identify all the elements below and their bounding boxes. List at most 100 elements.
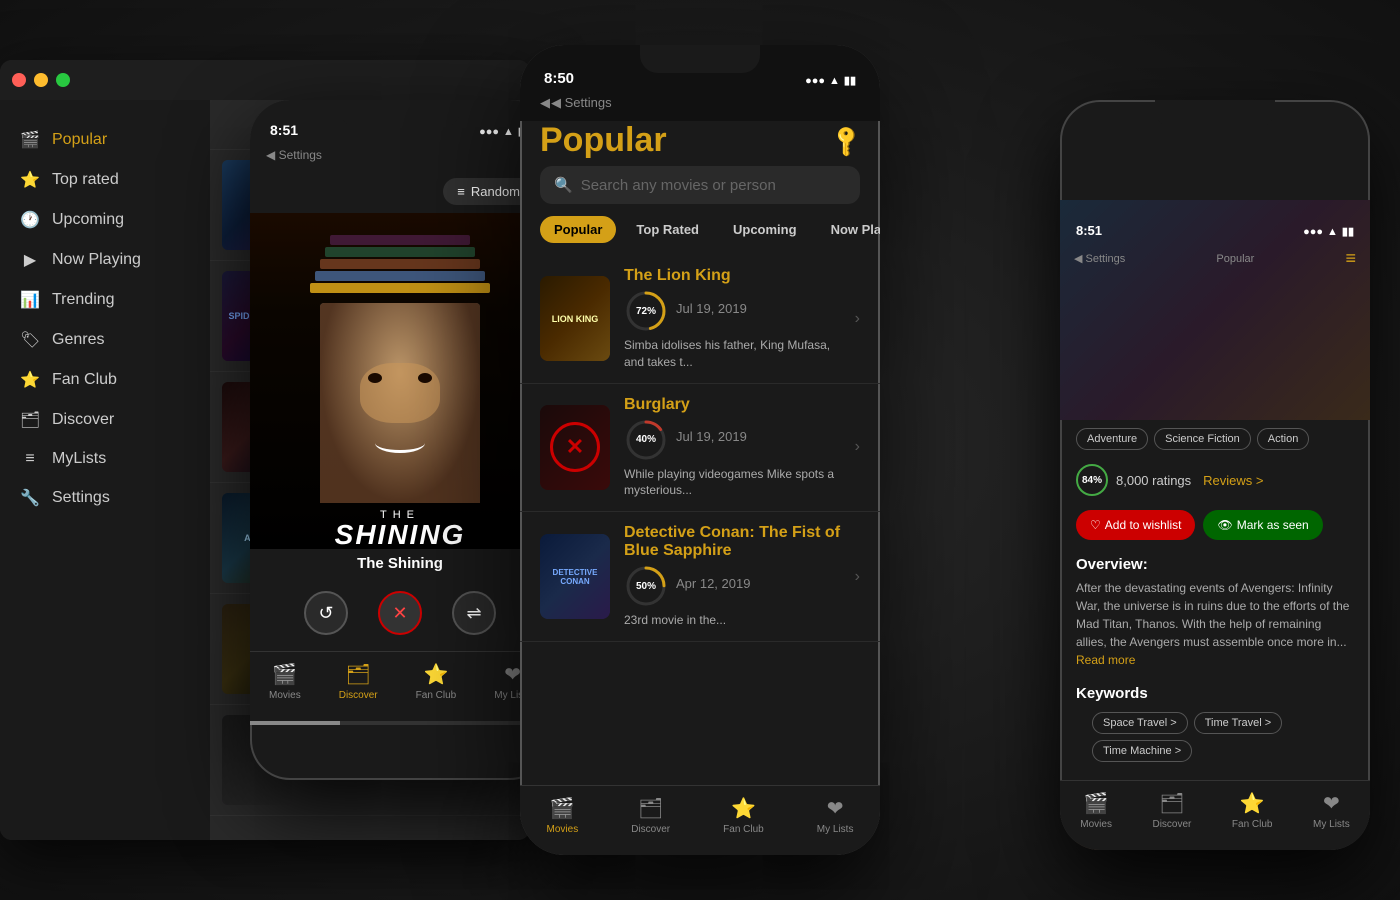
tab-discover[interactable]: 🗂 Discover bbox=[339, 662, 378, 701]
detail-top-bar: ◀ Settings Popular ≡ bbox=[1060, 244, 1370, 273]
rating-circle: 84% bbox=[1076, 464, 1108, 496]
phone-detail: 8:51 ●●● ▲ ▮▮ ◀ Settings Popular ≡ Aveng… bbox=[1060, 100, 1370, 850]
title-row: Popular 🔑 bbox=[520, 121, 880, 166]
sidebar-item-genres[interactable]: 🏷 Genres bbox=[0, 320, 210, 360]
settings-icon: 🔧 bbox=[20, 488, 40, 508]
toolbar: ≡ Random bbox=[250, 170, 550, 213]
movie-info-burglary: Burglary 40% Jul 19, 2019 While playing … bbox=[624, 396, 841, 500]
sidebar-item-fan-club[interactable]: ⭐ Fan Club bbox=[0, 360, 210, 400]
add-to-wishlist-button[interactable]: ♡ Add to wishlist bbox=[1076, 510, 1195, 540]
film-icon-detail: 🎬 bbox=[1084, 791, 1109, 816]
tab-fan-club[interactable]: ⭐ Fan Club bbox=[416, 662, 457, 701]
movie-icon: 🎬 bbox=[20, 130, 40, 150]
rewind-button[interactable]: ↺ bbox=[304, 591, 348, 635]
reviews-link[interactable]: Reviews > bbox=[1203, 473, 1263, 488]
phone-notch-detail bbox=[1155, 100, 1275, 128]
list-view-icon[interactable]: ≡ bbox=[1345, 248, 1356, 269]
tab-bar-detail: 🎬 Movies 🗂 Discover ⭐ Fan Club ❤ My List… bbox=[1060, 780, 1370, 850]
shining-visual: THE SHiNiNG bbox=[250, 213, 550, 549]
page-title: Popular bbox=[540, 121, 667, 160]
minimize-button[interactable] bbox=[34, 73, 48, 87]
discover-icon-popular: 🗂 bbox=[638, 796, 663, 821]
tab-discover-detail[interactable]: 🗂 Discover bbox=[1152, 791, 1191, 830]
scene: 🎬 Popular ⭐ Top rated 🕐 Upcoming ▶ Now P… bbox=[0, 0, 1400, 900]
movie-poster-large: THE SHiNiNG bbox=[250, 213, 550, 549]
sidebar-item-top-rated[interactable]: ⭐ Top rated bbox=[0, 160, 210, 200]
tab-movies[interactable]: 🎬 Movies bbox=[269, 662, 301, 701]
film-icon: 🎬 bbox=[272, 662, 297, 687]
tab-movies-popular[interactable]: 🎬 Movies bbox=[547, 796, 579, 835]
tab-my-lists-detail[interactable]: ❤ My Lists bbox=[1313, 791, 1350, 830]
movie-info-lion: The Lion King 72% Jul 19, 2019 Simba ido… bbox=[624, 267, 841, 371]
keywords-title: Keywords bbox=[1076, 685, 1354, 702]
sidebar-item-settings[interactable]: 🔧 Settings bbox=[0, 478, 210, 518]
filter-upcoming[interactable]: Upcoming bbox=[719, 216, 811, 243]
phone-notch bbox=[340, 100, 460, 128]
chevron-right-icon: › bbox=[855, 438, 860, 456]
genre-scifi[interactable]: Science Fiction bbox=[1154, 428, 1251, 450]
tab-bar: 🎬 Movies 🗂 Discover ⭐ Fan Club ❤ My List… bbox=[250, 651, 550, 721]
tab-fan-club-popular[interactable]: ⭐ Fan Club bbox=[723, 796, 764, 835]
tab-fan-club-detail[interactable]: ⭐ Fan Club bbox=[1232, 791, 1273, 830]
tab-movies-detail[interactable]: 🎬 Movies bbox=[1080, 791, 1112, 830]
film-icon-popular: 🎬 bbox=[550, 796, 575, 821]
sidebar-item-my-lists[interactable]: ≡ MyLists bbox=[0, 440, 210, 478]
sidebar-item-trending[interactable]: 📊 Trending bbox=[0, 280, 210, 320]
genre-tags: Adventure Science Fiction Action bbox=[1060, 420, 1370, 458]
back-button-popular[interactable]: ◀ ◀ Settings bbox=[540, 95, 612, 111]
heart-icon: ♡ bbox=[1090, 518, 1101, 532]
clock-icon: 🕐 bbox=[20, 210, 40, 230]
filter-popular[interactable]: Popular bbox=[540, 216, 616, 243]
close-button[interactable] bbox=[12, 73, 26, 87]
keyword-time-travel[interactable]: Time Travel > bbox=[1194, 712, 1283, 734]
rating-row: 84% 8,000 ratings Reviews > bbox=[1060, 458, 1370, 502]
filter-tabs: Popular Top Rated Upcoming Now Play... bbox=[520, 216, 880, 255]
star2-icon: ⭐ bbox=[20, 370, 40, 390]
rating-donut-burglary: 40% bbox=[624, 418, 668, 462]
titlebar bbox=[0, 60, 530, 100]
list-item[interactable]: LION KING The Lion King 72% Jul 19, 2019 bbox=[520, 255, 880, 384]
phone-notch-popular bbox=[640, 45, 760, 73]
tab-bar-popular: 🎬 Movies 🗂 Discover ⭐ Fan Club ❤ My List… bbox=[520, 785, 880, 855]
genre-action[interactable]: Action bbox=[1257, 428, 1310, 450]
sidebar-item-popular[interactable]: 🎬 Popular bbox=[0, 120, 210, 160]
heart-tab-icon: ❤ bbox=[504, 662, 521, 687]
rating-donut-lion: 72% bbox=[624, 289, 668, 333]
list-icon: ≡ bbox=[20, 450, 40, 468]
star-tab-icon: ⭐ bbox=[424, 662, 449, 687]
movies-list-popular: LION KING The Lion King 72% Jul 19, 2019 bbox=[520, 255, 880, 825]
rating-donut-conan: 50% bbox=[624, 564, 668, 608]
filter-now-playing[interactable]: Now Play... bbox=[817, 216, 880, 243]
list-item[interactable]: DETECTIVE CONAN Detective Conan: The Fis… bbox=[520, 512, 880, 642]
tab-my-lists-popular[interactable]: ❤ My Lists bbox=[817, 796, 854, 835]
search-bar[interactable]: 🔍 Search any movies or person bbox=[540, 166, 860, 204]
tab-discover-popular[interactable]: 🗂 Discover bbox=[631, 796, 670, 835]
filter-top-rated[interactable]: Top Rated bbox=[622, 216, 713, 243]
maximize-button[interactable] bbox=[56, 73, 70, 87]
phone-back-bar: ◀ Settings bbox=[250, 144, 550, 170]
conan-poster: DETECTIVE CONAN bbox=[540, 534, 610, 619]
overview-section: Overview: After the devastating events o… bbox=[1060, 548, 1370, 677]
sidebar-item-discover[interactable]: 🗂 Discover bbox=[0, 400, 210, 440]
book-stack bbox=[300, 213, 500, 293]
discover-icon-detail: 🗂 bbox=[1159, 791, 1184, 816]
read-more-link[interactable]: Read more bbox=[1076, 653, 1135, 667]
reject-button[interactable]: ✕ bbox=[378, 591, 422, 635]
chevron-right-icon: › bbox=[855, 568, 860, 586]
sidebar-item-upcoming[interactable]: 🕐 Upcoming bbox=[0, 200, 210, 240]
genre-adventure[interactable]: Adventure bbox=[1076, 428, 1148, 450]
heart-icon-popular: ❤ bbox=[827, 796, 844, 821]
tag-icon: 🏷 bbox=[20, 330, 40, 350]
detail-status-bar: 8:51 ●●● ▲ ▮▮ bbox=[1060, 200, 1370, 244]
shining-title: THE SHiNiNG bbox=[335, 509, 466, 549]
sidebar-item-now-playing[interactable]: ▶ Now Playing bbox=[0, 240, 210, 280]
keyword-time-machine[interactable]: Time Machine > bbox=[1092, 740, 1192, 762]
discover-tab-icon: 🗂 bbox=[345, 662, 370, 687]
mark-as-seen-button[interactable]: 👁 Mark as seen bbox=[1203, 510, 1322, 540]
list-item[interactable]: ✕ Burglary 40% Jul 19 bbox=[520, 384, 880, 513]
progress-fill bbox=[250, 721, 340, 725]
phone-shining: 8:51 ●●● ▲ ▮▮ ◀ Settings ≡ Random bbox=[250, 100, 550, 780]
playback-controls: ↺ ✕ ⇌ bbox=[250, 575, 550, 651]
keyword-space-travel[interactable]: Space Travel > bbox=[1092, 712, 1188, 734]
shuffle-button[interactable]: ⇌ bbox=[452, 591, 496, 635]
